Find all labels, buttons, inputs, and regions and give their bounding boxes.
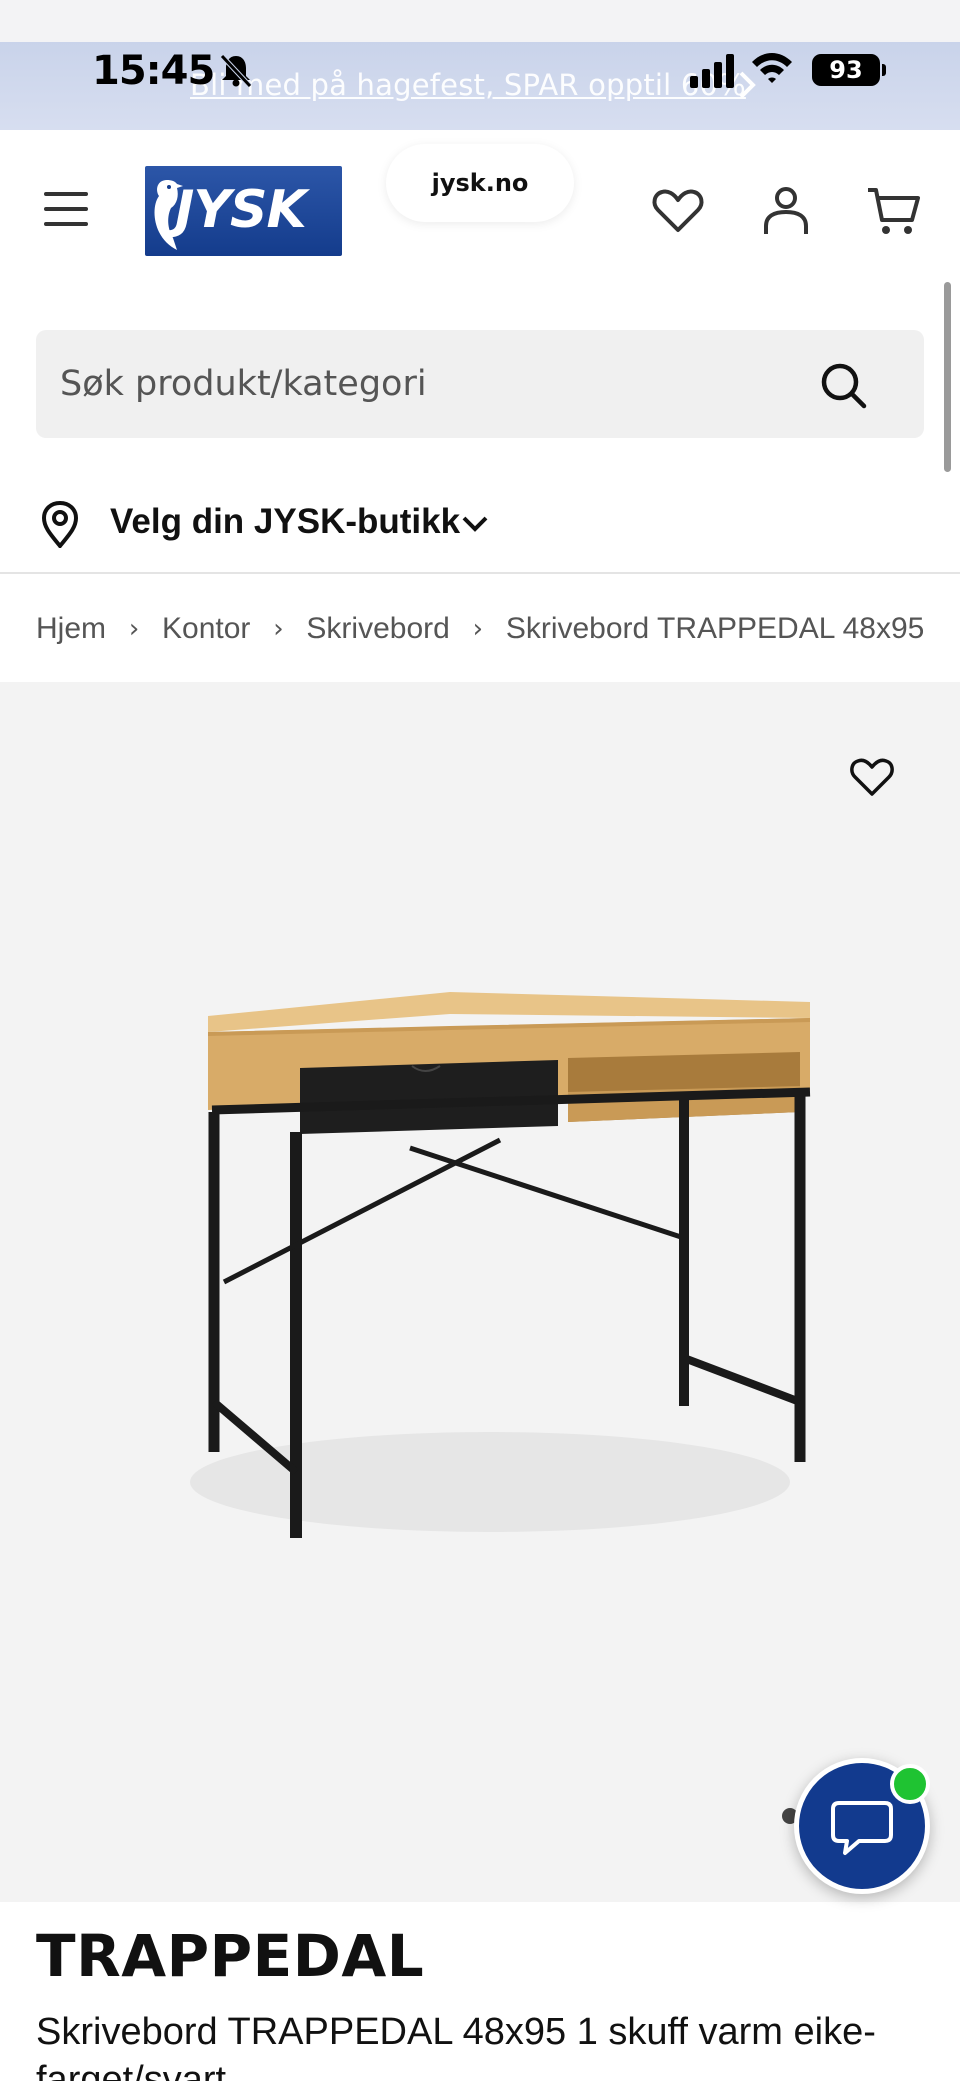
breadcrumb: Hjem › Kontor › Skrivebord › Skrivebord … bbox=[36, 604, 924, 654]
search-input[interactable] bbox=[60, 330, 820, 438]
page-scrollbar[interactable] bbox=[944, 282, 951, 472]
product-title: TRAPPEDAL bbox=[36, 1922, 425, 1990]
chevron-down-icon bbox=[462, 516, 488, 532]
logo-text: JYSK bbox=[175, 180, 307, 240]
product-image-gallery[interactable] bbox=[0, 682, 960, 1902]
battery-indicator: 93 bbox=[812, 54, 886, 86]
search-bar bbox=[36, 330, 924, 438]
online-status-dot bbox=[890, 1764, 930, 1804]
search-icon[interactable] bbox=[818, 360, 868, 410]
add-to-favorites-icon[interactable] bbox=[848, 752, 896, 800]
location-pin-icon bbox=[41, 500, 79, 548]
url-pill[interactable]: jysk.no bbox=[386, 144, 574, 222]
chevron-right-icon: › bbox=[128, 614, 140, 644]
store-selector-label: Velg din JYSK-butikk bbox=[110, 502, 461, 541]
product-description: Skrivebord TRAPPEDAL 48x95 1 skuff varm … bbox=[36, 2011, 876, 2081]
account-icon[interactable] bbox=[758, 182, 814, 238]
jysk-logo[interactable]: JYSK bbox=[145, 166, 342, 256]
menu-icon[interactable] bbox=[44, 192, 88, 228]
chevron-right-icon: › bbox=[472, 614, 484, 644]
breadcrumb-skrivebord[interactable]: Skrivebord bbox=[306, 612, 449, 646]
chat-bubble-icon bbox=[831, 1801, 893, 1855]
breadcrumb-home[interactable]: Hjem bbox=[36, 612, 106, 646]
breadcrumb-kontor[interactable]: Kontor bbox=[162, 612, 250, 646]
store-selector[interactable]: Velg din JYSK-butikk bbox=[36, 490, 636, 556]
product-photo bbox=[190, 992, 811, 1538]
status-time: 15:45 bbox=[92, 48, 215, 94]
promo-link[interactable]: Bli med på hagefest, SPAR opptil 60% bbox=[190, 68, 746, 102]
site-header: JYSK jysk.no bbox=[0, 130, 960, 280]
breadcrumb-current: Skrivebord TRAPPEDAL 48x95 bbox=[505, 612, 925, 645]
cart-icon[interactable] bbox=[866, 182, 922, 238]
bell-off-icon bbox=[220, 54, 252, 88]
favorites-icon[interactable] bbox=[650, 182, 706, 238]
wifi-icon bbox=[752, 53, 792, 83]
signal-icon bbox=[690, 54, 734, 88]
top-strip bbox=[0, 0, 960, 42]
divider bbox=[0, 572, 960, 574]
chevron-right-icon: › bbox=[273, 614, 284, 644]
